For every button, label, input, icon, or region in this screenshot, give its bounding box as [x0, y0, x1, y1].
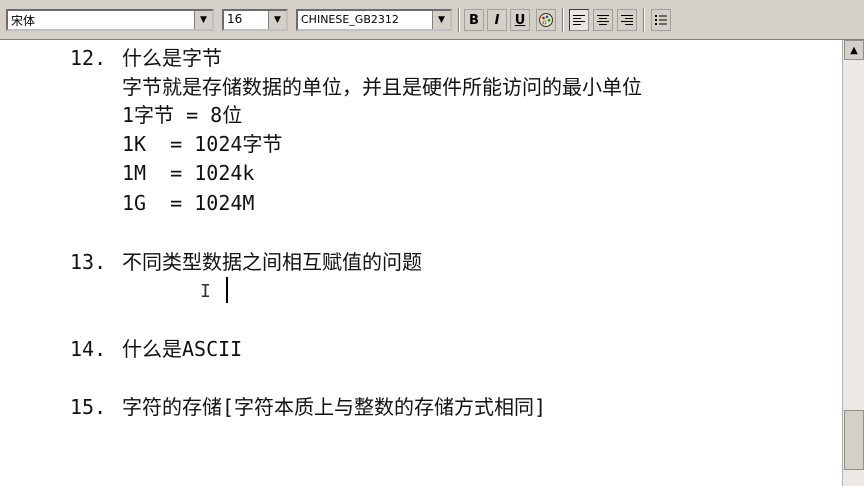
charset-combobox[interactable]: CHINESE_GB2312 ▼: [296, 9, 452, 31]
text-caret: [226, 277, 228, 303]
bullets-button[interactable]: [651, 9, 671, 31]
align-right-button[interactable]: [617, 9, 637, 31]
document-area[interactable]: 12. 什么是字节 字节就是存储数据的单位，并且是硬件所能访问的最小单位 1字节…: [0, 40, 842, 486]
bold-button[interactable]: B: [464, 9, 484, 31]
scroll-up-button[interactable]: ▲: [844, 40, 864, 60]
font-color-button[interactable]: [536, 9, 556, 31]
palette-icon: [539, 13, 553, 27]
text-line: 1G = 1024M: [122, 191, 255, 215]
font-name-value: 宋体: [11, 14, 36, 28]
item-heading: 不同类型数据之间相互赋值的问题: [122, 250, 422, 274]
item-number: 13.: [70, 250, 107, 274]
toolbar-separator: [458, 8, 460, 32]
item-number: 12.: [70, 46, 107, 70]
align-left-icon: [573, 15, 585, 25]
item-number: 14.: [70, 337, 107, 361]
chevron-down-icon[interactable]: ▼: [194, 11, 212, 29]
align-right-icon: [621, 15, 633, 25]
vertical-scrollbar[interactable]: ▲: [842, 40, 864, 486]
text-line: 1M = 1024k: [122, 161, 255, 185]
formatting-toolbar: 宋体 ▼ 16 ▼ CHINESE_GB2312 ▼ B I U: [0, 0, 864, 40]
underline-button[interactable]: U: [510, 9, 530, 31]
toolbar-separator: [562, 8, 564, 32]
item-heading: 字符的存储[字符本质上与整数的存储方式相同]: [122, 395, 547, 419]
align-center-icon: [597, 15, 609, 25]
font-size-value: 16: [227, 12, 243, 26]
font-size-combobox[interactable]: 16 ▼: [222, 9, 288, 31]
toolbar-separator: [643, 8, 645, 32]
text-line: 1K = 1024字节: [122, 132, 283, 156]
scroll-thumb[interactable]: [844, 410, 864, 470]
italic-button[interactable]: I: [487, 9, 507, 31]
font-name-combobox[interactable]: 宋体 ▼: [6, 9, 214, 31]
align-left-button[interactable]: [569, 9, 589, 31]
text-line: 字节就是存储数据的单位，并且是硬件所能访问的最小单位: [122, 75, 642, 99]
item-number: 15.: [70, 395, 107, 419]
item-heading: 什么是字节: [122, 46, 222, 70]
align-center-button[interactable]: [593, 9, 613, 31]
chevron-down-icon[interactable]: ▼: [432, 11, 450, 29]
charset-value: CHINESE_GB2312: [301, 13, 399, 26]
item-heading: 什么是ASCII: [122, 337, 243, 361]
chevron-down-icon[interactable]: ▼: [268, 11, 286, 29]
bullets-icon: [655, 15, 667, 25]
ibeam-cursor-icon: I: [200, 281, 211, 302]
text-line: 1字节 = 8位: [122, 103, 243, 127]
